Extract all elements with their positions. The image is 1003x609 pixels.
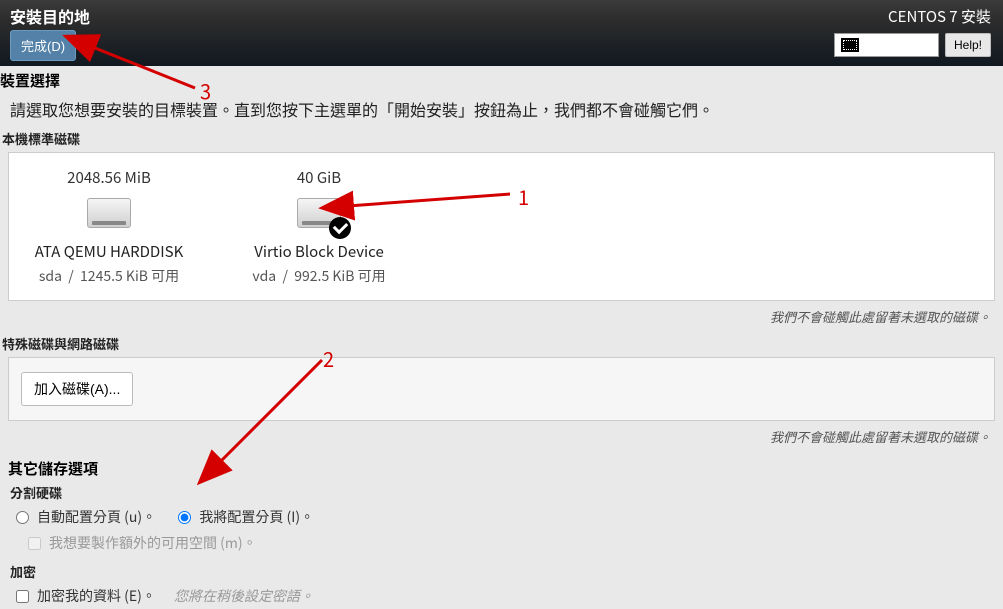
special-disks-note: 我們不會碰觸此處留著未選取的磁碟。	[0, 423, 1003, 452]
extra-space-label: 我想要製作額外的可用空間 (m)。	[49, 533, 257, 553]
check-badge-icon	[329, 217, 351, 239]
disk-size: 2048.56 MiB	[13, 167, 205, 188]
disk-free: 992.5 KiB 可用	[294, 266, 385, 286]
disk-subinfo: vda / 992.5 KiB 可用	[223, 266, 415, 286]
manual-partition-radio[interactable]	[178, 511, 191, 524]
done-button[interactable]: 完成(D)	[10, 30, 76, 61]
disk-icon-wrap	[297, 198, 341, 233]
page-title: 安裝目的地	[10, 4, 90, 28]
topbar-right: CENTOS 7 安裝 cn Help!	[834, 6, 991, 57]
other-options-heading: 其它儲存選項	[8, 456, 995, 481]
manual-partition-label[interactable]: 我將配置分頁 (I)。	[199, 507, 314, 527]
keyboard-layout-label: cn	[865, 37, 879, 54]
special-disks-panel: 加入磁碟(A)...	[8, 357, 995, 421]
device-selection-desc: 請選取您想要安裝的目標裝置。直到您按下主選單的「開始安裝」按鈕為止，我們都不會碰…	[0, 93, 1003, 127]
add-disk-button[interactable]: 加入磁碟(A)...	[21, 372, 133, 406]
top-bar: 安裝目的地 完成(D) CENTOS 7 安裝 cn Help!	[0, 0, 1003, 66]
lang-help-row: cn Help!	[834, 33, 991, 57]
disk-dev: sda	[39, 266, 62, 286]
keyboard-layout-selector[interactable]: cn	[834, 33, 939, 57]
disk-free: 1245.5 KiB 可用	[80, 266, 179, 286]
local-disks-panel: 2048.56 MiB ATA QEMU HARDDISK sda / 1245…	[8, 152, 995, 301]
local-disks-heading: 本機標準磁碟	[0, 127, 1003, 150]
disk-name: Virtio Block Device	[223, 241, 415, 262]
encrypt-hint: 您將在稍後設定密語。	[174, 586, 314, 606]
encrypt-subheading: 加密	[8, 560, 995, 583]
device-selection-heading: 裝置選擇	[0, 68, 1003, 93]
encrypt-checkbox[interactable]	[16, 590, 29, 603]
encrypt-row: 加密我的資料 (E)。 您將在稍後設定密語。	[8, 583, 995, 609]
disk-name: ATA QEMU HARDDISK	[13, 241, 205, 262]
help-button[interactable]: Help!	[945, 33, 991, 57]
partitioning-subheading: 分割硬碟	[8, 481, 995, 504]
disk-subinfo: sda / 1245.5 KiB 可用	[13, 266, 205, 286]
extra-space-row: 我想要製作額外的可用空間 (m)。	[8, 530, 995, 556]
other-storage-options: 其它儲存選項 分割硬碟 自動配置分頁 (u)。 我將配置分頁 (I)。 我想要製…	[0, 452, 1003, 609]
harddisk-icon	[87, 198, 131, 228]
auto-partition-radio[interactable]	[16, 511, 29, 524]
installer-name: CENTOS 7 安裝	[834, 6, 991, 27]
disk-icon-wrap	[87, 198, 131, 233]
partitioning-row: 自動配置分頁 (u)。 我將配置分頁 (I)。	[8, 504, 995, 530]
keyboard-icon	[841, 38, 859, 52]
local-disks-note: 我們不會碰觸此處留著未選取的磁碟。	[0, 303, 1003, 332]
disk-size: 40 GiB	[223, 167, 415, 188]
encrypt-label[interactable]: 加密我的資料 (E)。	[37, 586, 156, 606]
special-disks-heading: 特殊磁碟與網路磁碟	[0, 332, 1003, 355]
extra-space-checkbox	[28, 537, 41, 550]
content-area: 裝置選擇 請選取您想要安裝的目標裝置。直到您按下主選單的「開始安裝」按鈕為止，我…	[0, 66, 1003, 609]
disk-dev: vda	[252, 266, 276, 286]
disk-item-vda[interactable]: 40 GiB Virtio Block Device vda / 992.5 K…	[219, 167, 419, 286]
disk-item-sda[interactable]: 2048.56 MiB ATA QEMU HARDDISK sda / 1245…	[9, 167, 209, 286]
auto-partition-label[interactable]: 自動配置分頁 (u)。	[37, 507, 156, 527]
